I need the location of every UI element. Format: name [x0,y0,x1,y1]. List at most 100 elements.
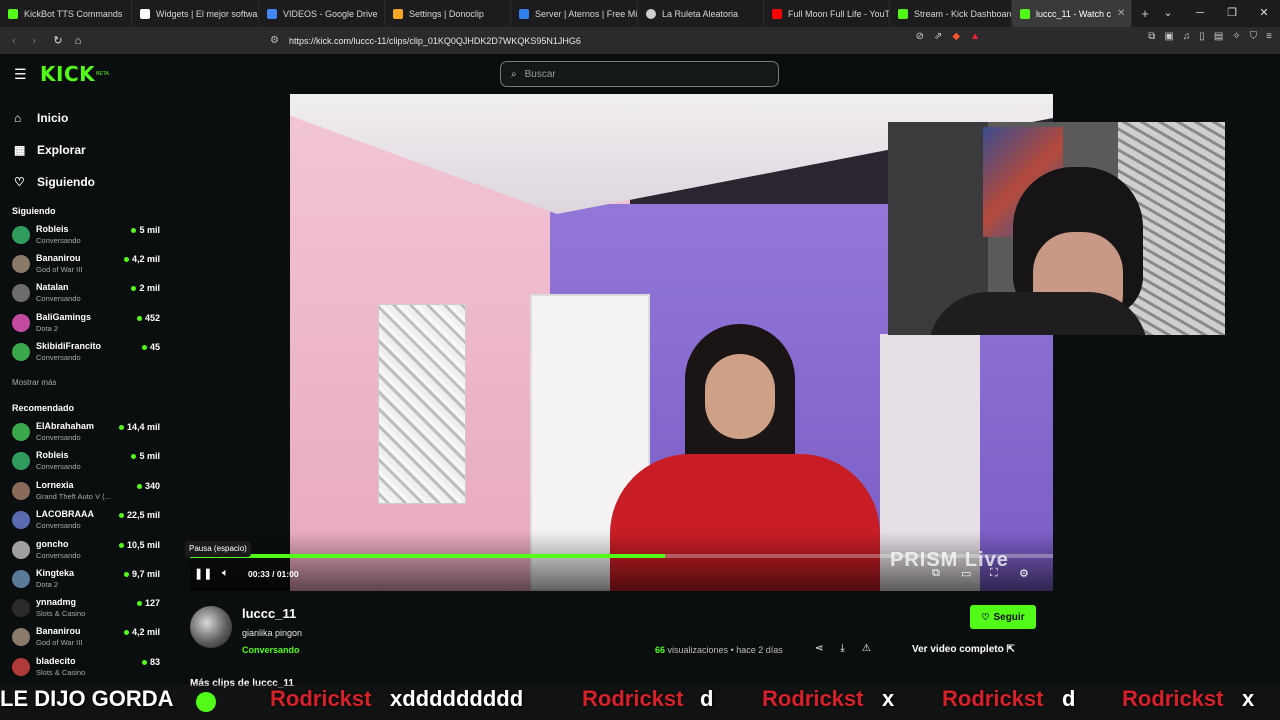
search-input[interactable]: ⌕ Buscar [500,61,779,87]
fullscreen-icon[interactable]: ⛶ [990,567,998,580]
theater-mode-icon[interactable]: ▭ [961,567,971,580]
recommended-channel[interactable]: ynnadmg Slots & Casino 127 [12,597,160,625]
seek-bar[interactable] [190,554,1053,558]
recommended-channel[interactable]: Lornexia Grand Theft Auto V (... 340 [12,480,160,508]
follow-button[interactable]: ♡ Seguir [970,605,1036,629]
close-window-icon[interactable]: ✕ [1248,0,1280,27]
browser-tab[interactable]: VIDEOS - Google Drive [259,0,385,27]
live-dot-icon [123,256,129,262]
browser-tab[interactable]: Stream - Kick Dashboard [890,0,1012,27]
avatar [12,628,30,646]
viewer-count: 2 mil [131,283,160,293]
kick-logo[interactable]: KICK [40,62,95,86]
home-browser-icon[interactable]: ⌂ [68,35,88,47]
ticker-user: Rodrickst [942,686,1044,711]
browser-tab[interactable]: Server | Aternos | Free Mi [511,0,638,27]
show-more-link[interactable]: Mostrar más [12,378,56,387]
main-nav: ⌂ Inicio ▦ Explorar ♡ Siguiendo [14,102,95,198]
browser-tab-active[interactable]: luccc_11 - Watch c ✕ [1012,0,1132,27]
streamer-avatar[interactable] [190,606,232,648]
tab-favicon-icon [519,8,529,19]
following-channel[interactable]: BaliGamings Dota 2 452 [12,312,160,340]
live-dot-icon [131,285,137,291]
pause-button[interactable]: ❚❚ [194,567,212,580]
recommended-channel[interactable]: Kingteka Dota 2 9,7 mil [12,568,160,596]
report-icon[interactable]: ⚠ [862,643,871,654]
settings-icon[interactable]: ⚙ [1019,567,1029,580]
brave-shields-icon[interactable]: ◆ [952,31,960,42]
ticker-user: Rodrickst [582,686,684,711]
back-icon[interactable]: ‹ [4,35,24,47]
vpn-icon[interactable]: ⛉ [1250,31,1258,42]
browser-tab[interactable]: KickBot TTS Commands [0,0,132,27]
share-icon[interactable]: ⇗ [934,31,942,42]
ticker-message: x [882,686,895,711]
following-channel[interactable]: Natalan Conversando 2 mil [12,282,160,310]
recommended-channel[interactable]: Robleis Conversando 5 mil [12,450,160,478]
url-text: https://kick.com/luccc-11/clips/clip_01K… [288,35,581,46]
brave-rewards-icon[interactable]: ▲ [970,31,980,42]
download-icon[interactable]: ⤓ [840,643,844,654]
live-dot-icon [118,424,124,430]
recommended-channel[interactable]: LACOBRAAA Conversando 22,5 mil [12,509,160,537]
streamer-name[interactable]: luccc_11 [242,606,296,621]
screen: { "browser": { "tabs": [ {"label": "Kick… [0,0,1280,720]
ticker-message: d [700,686,714,711]
ticker-user: Rodrickst [270,686,372,711]
reload-icon[interactable]: ↻ [48,34,68,47]
tab-search-icon[interactable]: ⌄ [1152,0,1184,27]
following-channel[interactable]: Robleis Conversando 5 mil [12,224,160,252]
screenshot-icon[interactable]: ▣ [1164,31,1173,42]
media-icon[interactable]: ♫ [1183,31,1191,42]
recommended-channel[interactable]: Bananirou God of War III 4,2 mil [12,626,160,654]
avatar [12,482,30,500]
ticker-message: xddddddddd [390,686,524,711]
mute-icon[interactable]: ⊘ [916,31,924,42]
recommended-channel[interactable]: ElAbrahaham Conversando 14,4 mil [12,421,160,449]
ticker-message: d [1062,686,1076,711]
recommended-section-title: Recomendado [12,403,75,413]
recommended-channel[interactable]: bladecito Slots & Casino 83 [12,656,160,684]
tab-favicon-icon [772,8,782,19]
live-dot-icon [118,542,124,548]
browser-tab[interactable]: Widgets | El mejor softwa [132,0,259,27]
clip-title: gianlika pingon [242,628,303,638]
chat-ticker-overlay: LE DIJO GORDA Rodrickst xddddddddd Rodri… [0,684,1280,720]
following-channel[interactable]: SkibidiFrancito Conversando 45 [12,341,160,369]
extensions-icon[interactable]: ⧉ [1148,31,1155,42]
watch-full-video-link[interactable]: Ver video completo ⇱ [912,644,1015,655]
nav-item-explorar[interactable]: ▦ Explorar [14,134,95,166]
live-dot-icon [136,483,142,489]
tab-favicon-icon [267,8,277,19]
share-icon[interactable]: ⋖ [815,643,823,654]
forward-icon[interactable]: › [24,35,44,47]
tab-favicon-icon [393,8,403,19]
address-bar[interactable]: ⚙ https://kick.com/luccc-11/clips/clip_0… [270,30,990,51]
recommended-channel[interactable]: goncho Conversando 10,5 mil [12,539,160,567]
tab-favicon-icon [898,8,908,19]
following-channel[interactable]: Bananirou God of War III 4,2 mil [12,253,160,281]
external-link-icon: ⇱ [1006,644,1015,655]
minimize-icon[interactable]: ─ [1184,0,1216,27]
browser-tab[interactable]: Full Moon Full Life - YouTu [764,0,890,27]
pause-tooltip: Pausa (espacio) [185,541,251,557]
sidebar-icon[interactable]: ▯ [1199,31,1205,42]
maximize-icon[interactable]: ❐ [1216,0,1248,27]
pip-icon[interactable]: ⧉ [932,567,940,580]
leo-ai-icon[interactable]: ✧ [1232,31,1240,42]
nav-item-siguiendo[interactable]: ♡ Siguiendo [14,166,95,198]
tab-favicon-icon [646,8,656,19]
browser-tab[interactable]: La Ruleta Aleatoria [638,0,764,27]
avatar [12,570,30,588]
compass-icon: ▦ [14,143,26,157]
menu-icon[interactable]: ≡ [1266,31,1272,42]
hamburger-menu-icon[interactable]: ☰ [14,66,40,83]
volume-icon[interactable]: 🔈︎ [222,567,229,580]
close-tab-icon[interactable]: ✕ [1117,8,1125,19]
wallet-icon[interactable]: ▤ [1214,31,1223,42]
browser-tab[interactable]: Settings | Donoclip [385,0,511,27]
viewer-count: 22,5 mil [118,510,160,520]
clip-category[interactable]: Conversando [242,645,300,655]
nav-item-inicio[interactable]: ⌂ Inicio [14,102,95,134]
site-info-icon[interactable]: ⚙ [270,35,279,46]
